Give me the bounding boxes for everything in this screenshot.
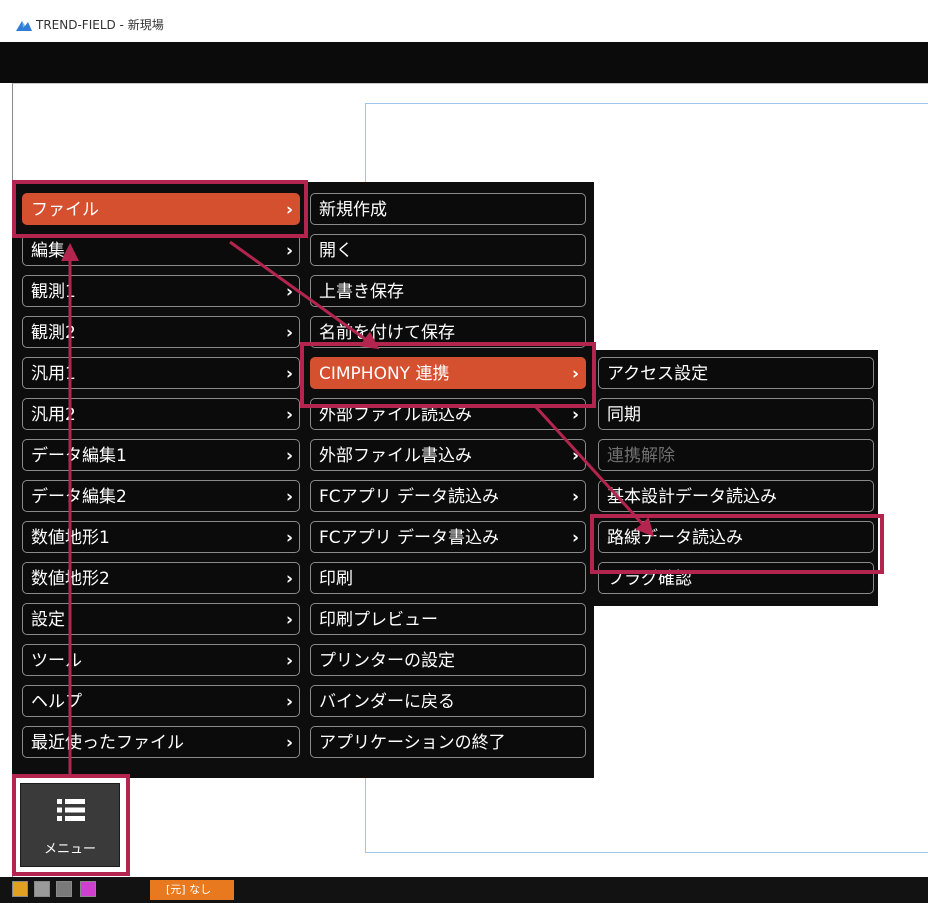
arrow-cimphony-to-route xyxy=(533,404,655,537)
annotation-arrows xyxy=(61,240,655,774)
arrow-file-to-cimphony xyxy=(229,240,380,350)
